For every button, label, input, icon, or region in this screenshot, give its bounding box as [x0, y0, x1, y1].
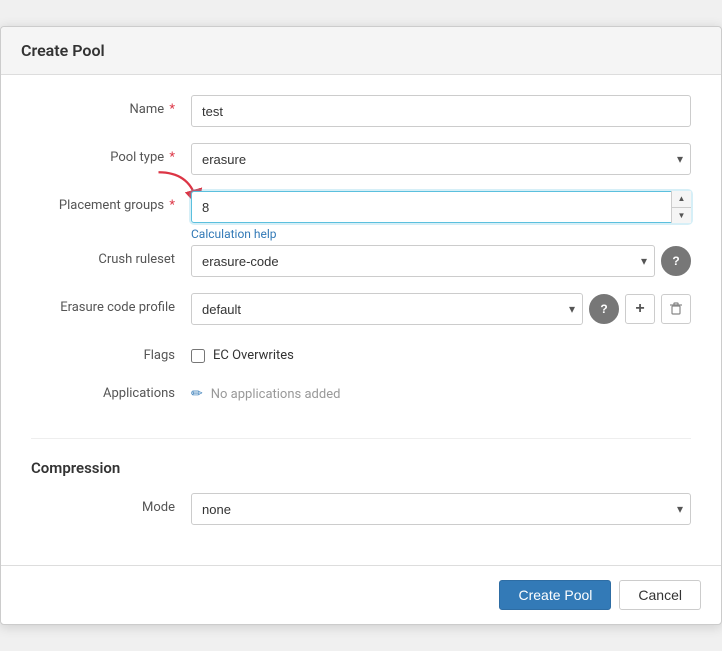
- applications-label: Applications: [31, 379, 191, 401]
- flags-row: Flags EC Overwrites: [31, 341, 691, 363]
- create-pool-button[interactable]: Create Pool: [499, 580, 611, 610]
- modal-body: Name * Pool type * erasure replicated: [1, 75, 721, 565]
- applications-edit-icon[interactable]: ✏: [191, 386, 203, 402]
- calculation-help-link[interactable]: Calculation help: [191, 227, 691, 241]
- ec-overwrites-checkbox[interactable]: [191, 349, 205, 363]
- compression-section-title: Compression: [31, 459, 691, 477]
- create-pool-modal: Create Pool Name * Pool type *: [0, 26, 722, 625]
- erasure-code-profile-controls: default ? +: [191, 293, 691, 325]
- compression-mode-row: Mode none aggressive passive force: [31, 493, 691, 525]
- crush-ruleset-select[interactable]: erasure-code default: [191, 245, 655, 277]
- placement-groups-input[interactable]: [191, 191, 691, 223]
- erasure-code-profile-add-button[interactable]: +: [625, 294, 655, 324]
- cancel-button[interactable]: Cancel: [619, 580, 701, 610]
- no-applications-text: No applications added: [211, 387, 341, 402]
- name-input[interactable]: [191, 95, 691, 127]
- applications-wrapper: ✏ No applications added: [191, 379, 340, 402]
- placement-groups-number-wrapper: ▲ ▼: [191, 191, 691, 223]
- placement-groups-wrapper: ▲ ▼ Calculation help: [191, 191, 691, 241]
- erasure-code-profile-label: Erasure code profile: [31, 293, 191, 315]
- trash-icon: [669, 302, 683, 316]
- erasure-code-profile-select[interactable]: default: [191, 293, 583, 325]
- pool-type-row: Pool type * erasure replicated: [31, 143, 691, 175]
- erasure-code-profile-row: Erasure code profile default ? +: [31, 293, 691, 325]
- compression-mode-select-wrapper: none aggressive passive force: [191, 493, 691, 525]
- crush-ruleset-controls: erasure-code default ?: [191, 245, 691, 277]
- flags-checkbox-wrapper: EC Overwrites: [191, 341, 294, 363]
- crush-ruleset-select-wrapper: erasure-code default: [191, 245, 655, 277]
- erasure-code-profile-delete-button[interactable]: [661, 294, 691, 324]
- crush-ruleset-label: Crush ruleset: [31, 245, 191, 267]
- applications-row: Applications ✏ No applications added: [31, 379, 691, 402]
- main-form-section: Name * Pool type * erasure replicated: [31, 95, 691, 439]
- modal-footer: Create Pool Cancel: [1, 565, 721, 624]
- crush-ruleset-help-button[interactable]: ?: [661, 246, 691, 276]
- placement-groups-increment[interactable]: ▲: [672, 191, 691, 208]
- modal-header: Create Pool: [1, 27, 721, 75]
- erasure-code-profile-help-button[interactable]: ?: [589, 294, 619, 324]
- placement-groups-spinners: ▲ ▼: [671, 191, 691, 223]
- name-label: Name *: [31, 95, 191, 117]
- crush-ruleset-row: Crush ruleset erasure-code default ?: [31, 245, 691, 277]
- pool-type-select-wrapper: erasure replicated: [191, 143, 691, 175]
- ec-overwrites-label: EC Overwrites: [213, 348, 294, 363]
- name-row: Name *: [31, 95, 691, 127]
- modal-title: Create Pool: [21, 41, 701, 60]
- pool-type-select[interactable]: erasure replicated: [191, 143, 691, 175]
- placement-groups-decrement[interactable]: ▼: [672, 208, 691, 224]
- erasure-code-profile-select-wrapper: default: [191, 293, 583, 325]
- compression-section: Compression Mode none aggressive passive…: [31, 459, 691, 525]
- compression-mode-label: Mode: [31, 493, 191, 515]
- flags-label: Flags: [31, 341, 191, 363]
- name-required-star: *: [169, 102, 175, 117]
- placement-groups-row: Placement groups *: [31, 191, 691, 241]
- compression-mode-select[interactable]: none aggressive passive force: [191, 493, 691, 525]
